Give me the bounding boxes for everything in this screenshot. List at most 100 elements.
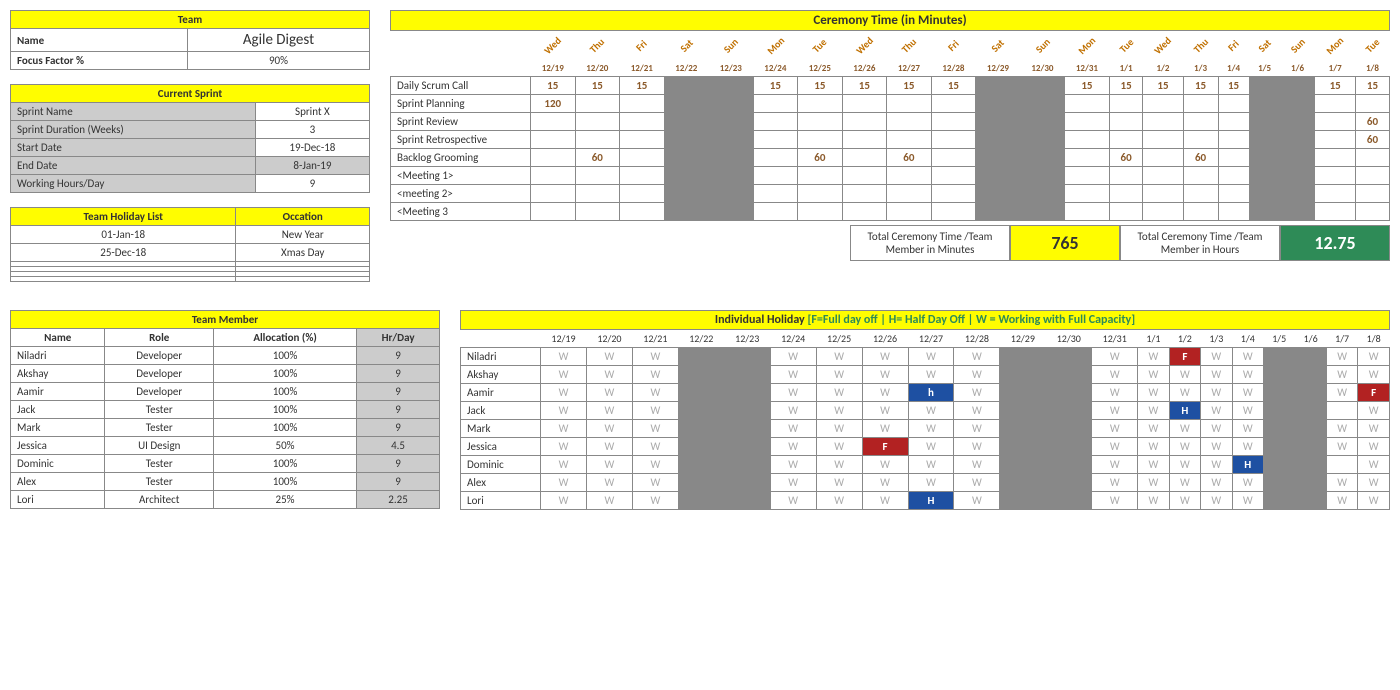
ceremony-cell[interactable]	[709, 166, 754, 184]
ceremony-cell[interactable]: 15	[1143, 76, 1183, 94]
ceremony-cell[interactable]: 120	[531, 94, 576, 112]
indiv-cell[interactable]	[1000, 438, 1046, 456]
indiv-cell[interactable]: W	[1138, 420, 1169, 438]
ceremony-cell[interactable]	[1280, 202, 1315, 220]
ceremony-cell[interactable]	[1065, 148, 1110, 166]
ceremony-cell[interactable]	[1020, 202, 1065, 220]
indiv-cell[interactable]: W	[1358, 492, 1390, 510]
indiv-cell[interactable]: F	[1358, 384, 1390, 402]
ceremony-cell[interactable]: 15	[842, 76, 887, 94]
indiv-cell[interactable]: W	[908, 348, 954, 366]
ceremony-cell[interactable]	[1280, 112, 1315, 130]
indiv-cell[interactable]	[678, 438, 724, 456]
indiv-cell[interactable]	[724, 366, 770, 384]
indiv-cell[interactable]: W	[632, 438, 678, 456]
indiv-cell[interactable]	[1264, 474, 1295, 492]
ceremony-cell[interactable]	[1020, 76, 1065, 94]
ceremony-cell[interactable]	[620, 94, 665, 112]
indiv-cell[interactable]	[1295, 456, 1326, 474]
indiv-cell[interactable]: W	[816, 474, 862, 492]
indiv-cell[interactable]: W	[816, 420, 862, 438]
ceremony-cell[interactable]: 60	[1183, 148, 1218, 166]
indiv-cell[interactable]	[1000, 420, 1046, 438]
ceremony-cell[interactable]	[1355, 202, 1389, 220]
indiv-cell[interactable]: W	[586, 438, 632, 456]
ceremony-cell[interactable]	[842, 112, 887, 130]
ceremony-cell[interactable]	[709, 94, 754, 112]
indiv-cell[interactable]: W	[1326, 474, 1357, 492]
indiv-cell[interactable]: W	[1201, 420, 1232, 438]
ceremony-cell[interactable]: 60	[575, 148, 620, 166]
ceremony-cell[interactable]	[1355, 184, 1389, 202]
ceremony-cell[interactable]	[664, 202, 709, 220]
indiv-cell[interactable]: W	[1358, 456, 1390, 474]
ceremony-cell[interactable]	[1315, 148, 1356, 166]
ceremony-cell[interactable]	[753, 184, 798, 202]
indiv-cell[interactable]: W	[1201, 456, 1232, 474]
ceremony-cell[interactable]	[1355, 166, 1389, 184]
ceremony-cell[interactable]	[575, 94, 620, 112]
ceremony-cell[interactable]	[1109, 130, 1143, 148]
indiv-cell[interactable]: h	[908, 384, 954, 402]
indiv-cell[interactable]	[1000, 492, 1046, 510]
indiv-cell[interactable]	[1000, 456, 1046, 474]
indiv-cell[interactable]: W	[1232, 384, 1263, 402]
ceremony-cell[interactable]	[976, 148, 1021, 166]
ceremony-cell[interactable]	[1020, 94, 1065, 112]
indiv-cell[interactable]: W	[1358, 402, 1390, 420]
ceremony-cell[interactable]	[1065, 94, 1110, 112]
ceremony-cell[interactable]	[664, 166, 709, 184]
indiv-cell[interactable]: W	[1326, 384, 1357, 402]
indiv-cell[interactable]: W	[1138, 348, 1169, 366]
indiv-cell[interactable]: W	[1138, 456, 1169, 474]
indiv-cell[interactable]: W	[1232, 492, 1263, 510]
indiv-cell[interactable]	[724, 474, 770, 492]
indiv-cell[interactable]: W	[770, 384, 816, 402]
indiv-cell[interactable]	[1264, 366, 1295, 384]
indiv-cell[interactable]: W	[1326, 420, 1357, 438]
indiv-cell[interactable]	[1000, 474, 1046, 492]
indiv-cell[interactable]: W	[816, 366, 862, 384]
ceremony-cell[interactable]	[798, 94, 843, 112]
indiv-cell[interactable]	[1000, 366, 1046, 384]
ceremony-cell[interactable]	[887, 112, 932, 130]
ceremony-cell[interactable]: 15	[798, 76, 843, 94]
indiv-cell[interactable]: W	[1169, 366, 1200, 384]
indiv-cell[interactable]: W	[632, 366, 678, 384]
ceremony-cell[interactable]	[1249, 166, 1280, 184]
ceremony-cell[interactable]	[1249, 130, 1280, 148]
ceremony-cell[interactable]	[1280, 76, 1315, 94]
ceremony-cell[interactable]	[1218, 184, 1249, 202]
ceremony-cell[interactable]	[887, 94, 932, 112]
indiv-cell[interactable]: W	[862, 420, 908, 438]
ceremony-cell[interactable]	[531, 130, 576, 148]
ceremony-cell[interactable]	[1355, 94, 1389, 112]
ceremony-cell[interactable]	[976, 166, 1021, 184]
ceremony-cell[interactable]	[1355, 148, 1389, 166]
indiv-cell[interactable]	[724, 456, 770, 474]
ceremony-cell[interactable]	[1315, 184, 1356, 202]
indiv-cell[interactable]	[1326, 456, 1357, 474]
ceremony-cell[interactable]	[753, 148, 798, 166]
ceremony-cell[interactable]	[976, 184, 1021, 202]
indiv-cell[interactable]: W	[954, 474, 1000, 492]
indiv-cell[interactable]: W	[1232, 438, 1263, 456]
ceremony-cell[interactable]: 15	[1355, 76, 1389, 94]
ceremony-cell[interactable]	[931, 166, 976, 184]
ceremony-cell[interactable]	[842, 94, 887, 112]
indiv-cell[interactable]: W	[770, 474, 816, 492]
ceremony-cell[interactable]	[798, 202, 843, 220]
indiv-cell[interactable]	[678, 474, 724, 492]
ceremony-cell[interactable]	[1249, 76, 1280, 94]
indiv-cell[interactable]	[1046, 438, 1092, 456]
indiv-cell[interactable]: W	[1138, 474, 1169, 492]
indiv-cell[interactable]	[1000, 384, 1046, 402]
ceremony-cell[interactable]	[575, 202, 620, 220]
ceremony-cell[interactable]	[709, 148, 754, 166]
ceremony-cell[interactable]	[1143, 112, 1183, 130]
indiv-cell[interactable]	[1046, 474, 1092, 492]
ceremony-cell[interactable]	[798, 184, 843, 202]
ceremony-cell[interactable]	[1020, 148, 1065, 166]
indiv-cell[interactable]: W	[954, 384, 1000, 402]
indiv-cell[interactable]	[1295, 474, 1326, 492]
